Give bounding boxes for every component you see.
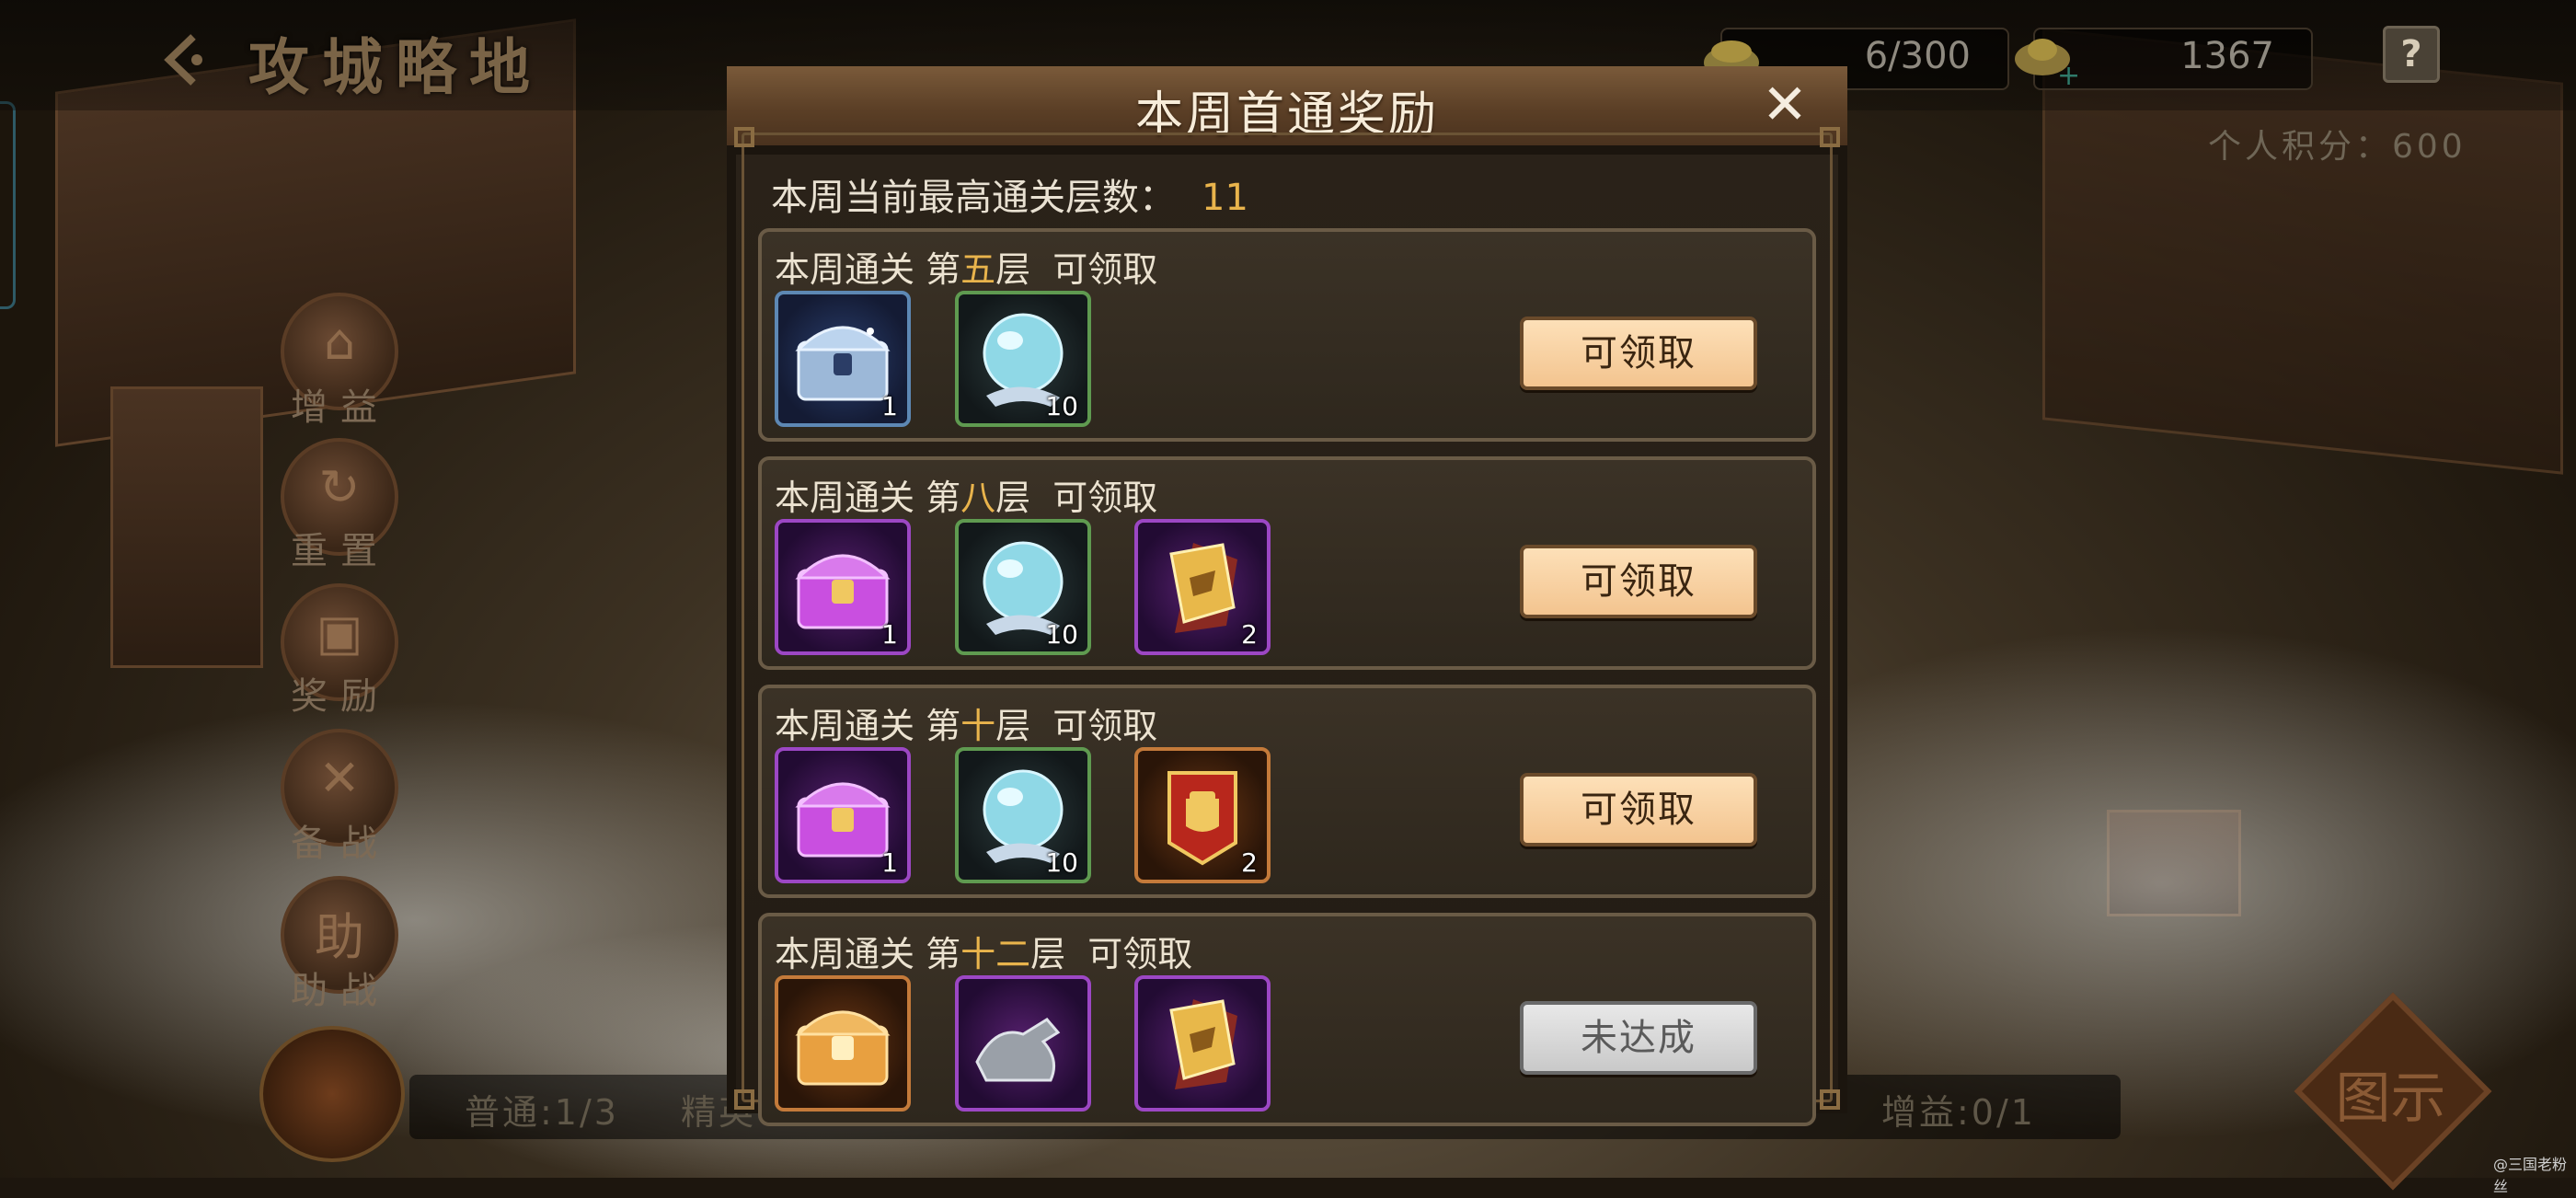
frame-corner: [1820, 1089, 1840, 1110]
watermark: @三国老粉丝: [2493, 1156, 2568, 1195]
reset-icon: ↻: [318, 458, 361, 516]
reward-quantity: 2: [1241, 619, 1258, 650]
tier-floor: 八: [960, 478, 996, 518]
personal-score: 个人积分：600: [2208, 128, 2467, 166]
page-title: 攻城略地: [248, 31, 543, 103]
gold-counter: + 1367: [2015, 28, 2313, 90]
tier-floor: 十: [960, 706, 996, 746]
tier-title: 本周通关 第十二层 可领取: [775, 926, 1192, 976]
reward-slot[interactable]: 2: [1134, 747, 1271, 883]
reward-quantity: 1: [881, 391, 898, 421]
reward-slot[interactable]: [775, 975, 911, 1112]
dialog-header: 本周首通奖励 ✕: [727, 66, 1847, 148]
reward-quantity: 1: [881, 619, 898, 650]
tier-title: 本周通关 第八层 可领取: [775, 469, 1157, 520]
reward-quantity: 10: [1045, 391, 1078, 421]
reward-tier-card: 本周通关 第十层 可领取 1 10 2 可领取: [758, 685, 1816, 898]
tier-floor: 五: [960, 249, 996, 290]
reward-quantity: 2: [1241, 847, 1258, 878]
house-icon: ⌂: [323, 313, 356, 371]
tier-suffix: 层 可领取: [995, 706, 1158, 746]
reward-slot[interactable]: 10: [955, 291, 1091, 427]
tier-floor: 十二: [960, 934, 1031, 974]
highest-floor-value: 11: [1202, 177, 1248, 219]
tier-suffix: 层 可领取: [995, 478, 1158, 518]
summary-label: 本周当前最高通关层数：: [771, 177, 1176, 219]
prepare-label: 备战: [291, 823, 390, 865]
svg-text:+: +: [2057, 60, 2080, 88]
help-button[interactable]: ?: [2383, 26, 2440, 83]
crossed-swords-icon: ✕: [318, 749, 361, 807]
highest-floor-summary: 本周当前最高通关层数： 11: [771, 167, 1248, 221]
tier-suffix: 层 可领取: [995, 249, 1158, 290]
frame-corner: [734, 127, 754, 147]
watch-tower: [110, 386, 263, 668]
claim-button[interactable]: 可领取: [1520, 773, 1757, 847]
stamina-value: 6/300: [1864, 35, 1971, 77]
assist-label: 助战: [291, 970, 390, 1012]
reward-quantity: 1: [881, 847, 898, 878]
dialog-title: 本周首通奖励: [1134, 87, 1439, 143]
reward-slot[interactable]: 1: [775, 291, 911, 427]
close-button[interactable]: ✕: [1757, 77, 1812, 132]
gold-token-icon: [1169, 999, 1237, 1089]
side-panel-tab[interactable]: [0, 101, 16, 309]
treasure-chest-button[interactable]: [259, 1026, 405, 1162]
tier-prefix: 本周通关 第: [775, 478, 961, 518]
tier-prefix: 本周通关 第: [775, 706, 961, 746]
reward-slot[interactable]: 1: [775, 747, 911, 883]
reward-tier-card: 本周通关 第十二层 可领取 未达成: [758, 913, 1816, 1126]
reward-slot[interactable]: 10: [955, 747, 1091, 883]
reward-slot[interactable]: 2: [1134, 519, 1271, 655]
reward-slot[interactable]: 1: [775, 519, 911, 655]
not-achieved-button[interactable]: 未达成: [1520, 1001, 1757, 1075]
frame-corner: [734, 1089, 754, 1110]
reward-quantity: 10: [1045, 847, 1078, 878]
buff-progress: 增益:0/1: [1881, 1092, 2036, 1133]
claim-button[interactable]: 可领取: [1520, 545, 1757, 618]
reward-tier-card: 本周通关 第五层 可领取 1 10 可领取: [758, 228, 1816, 442]
war-horse-icon: [975, 1018, 1061, 1082]
tier-prefix: 本周通关 第: [775, 249, 961, 290]
reward-tier-card: 本周通关 第八层 可领取 1 10 2 可领取: [758, 456, 1816, 670]
normal-progress: 普通:1/3: [465, 1092, 619, 1133]
buff-label: 增益: [291, 386, 390, 429]
assist-icon: 助: [315, 908, 364, 966]
tier-title: 本周通关 第五层 可领取: [775, 241, 1157, 292]
gold-ingot-icon: +: [2015, 39, 2080, 88]
reward-tier-list[interactable]: 本周通关 第五层 可领取 1 10 可领取 本周通关 第八层 可领取 1 10 …: [758, 228, 1816, 1130]
gold-value: 1367: [2180, 35, 2274, 77]
reward-label: 奖励: [291, 675, 390, 718]
tier-suffix: 层 可领取: [1030, 934, 1193, 974]
frame-corner: [1820, 127, 1840, 147]
gift-icon: ▣: [316, 604, 363, 662]
reset-label: 重置: [291, 530, 390, 572]
reward-quantity: 10: [1045, 619, 1078, 650]
tier-prefix: 本周通关 第: [775, 934, 961, 974]
reward-slot[interactable]: [955, 975, 1091, 1112]
orange-chest-icon: [795, 1010, 891, 1086]
back-arrow-icon[interactable]: [156, 28, 221, 92]
reward-slot[interactable]: [1134, 975, 1271, 1112]
first-clear-reward-dialog: 本周首通奖励 ✕ 本周当前最高通关层数： 11 本周通关 第五层 可领取 1 1…: [727, 66, 1847, 1126]
reward-slot[interactable]: 10: [955, 519, 1091, 655]
map-legend-label: 图示: [2335, 1066, 2446, 1131]
claim-button[interactable]: 可领取: [1520, 317, 1757, 390]
tier-title: 本周通关 第十层 可领取: [775, 697, 1157, 748]
